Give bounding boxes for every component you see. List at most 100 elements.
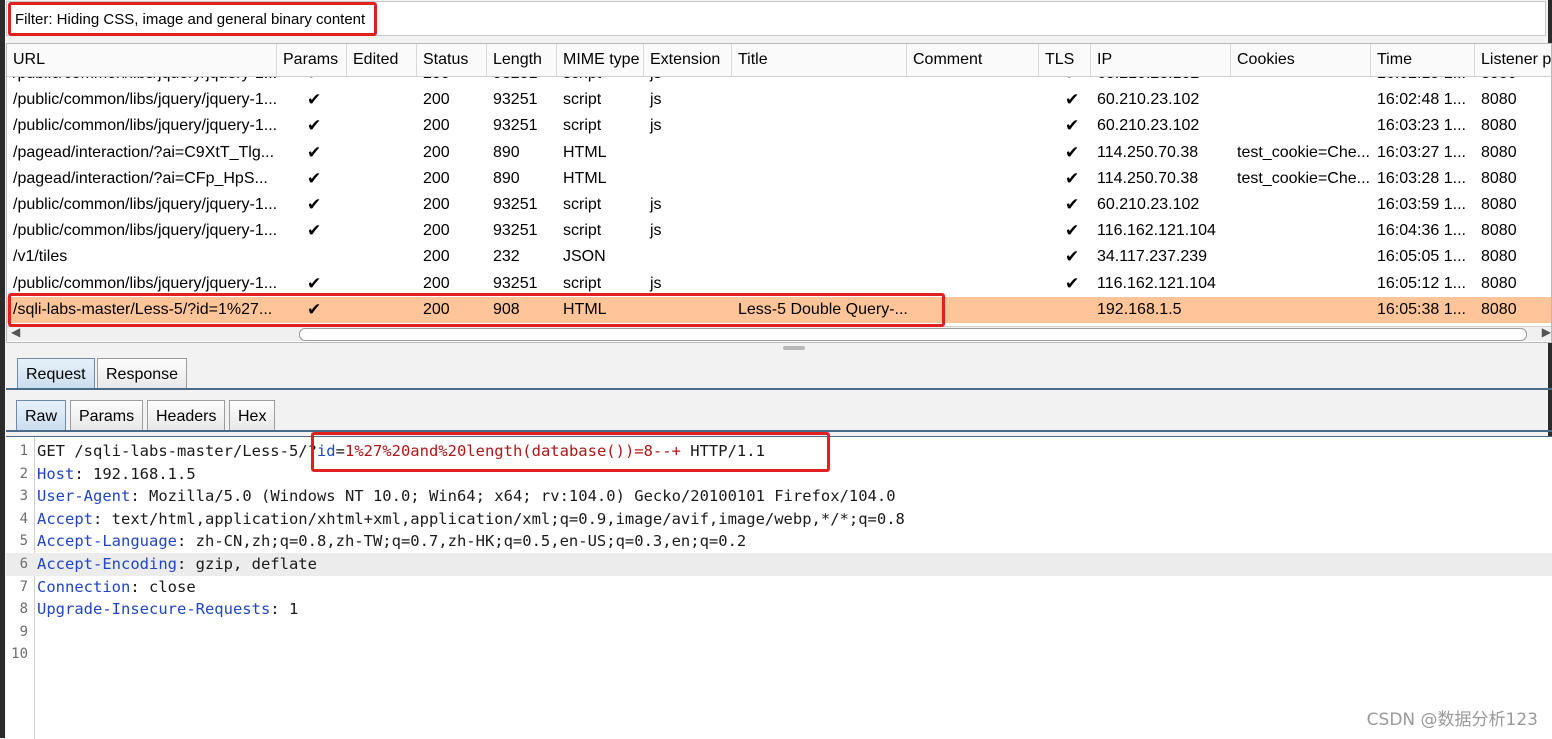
table-row[interactable]: /public/common/libs/jquery/jquery-1....✔… [7, 271, 1551, 297]
param-name: id [316, 442, 336, 460]
line-number: 7 [19, 578, 28, 595]
column-header-title[interactable]: Title [732, 44, 907, 76]
cell-edited [347, 218, 417, 244]
column-header-tls[interactable]: TLS [1039, 44, 1091, 76]
column-header-extension[interactable]: Extension [644, 44, 732, 76]
tab-response[interactable]: Response [97, 358, 188, 390]
cell-mime: script [563, 274, 602, 292]
cell-cookies [1231, 271, 1371, 297]
tab-request[interactable]: Request [17, 358, 95, 390]
request-line-2: 2 Host: 192.168.1.5 [6, 463, 1552, 486]
filter-bar[interactable]: Filter: Hiding CSS, image and general bi… [6, 1, 1546, 36]
table-row[interactable]: /public/common/libs/jquery/jquery-1....✔… [7, 192, 1551, 218]
cell-ip: 114.250.70.38 [1097, 143, 1199, 161]
cell-url: /public/common/libs/jquery/jquery-1.... [13, 196, 277, 213]
cell-status: 200 [423, 274, 450, 292]
cell-length: 890 [493, 143, 520, 161]
cell-length: 93251 [493, 91, 538, 109]
column-header-params[interactable]: Params [277, 44, 347, 76]
header-name: Accept-Encoding [37, 555, 177, 573]
cell-listener: 8080 [1481, 248, 1517, 266]
header-value: text/html,application/xhtml+xml,applicat… [111, 509, 905, 528]
pane-splitter[interactable] [783, 346, 805, 350]
column-header-mime-type[interactable]: MIME type [557, 44, 644, 76]
param-equals: = [335, 442, 345, 460]
tab-headers[interactable]: Headers [147, 400, 226, 432]
cell-time: 16:03:59 1... [1377, 196, 1466, 213]
tab-raw[interactable]: Raw [16, 400, 67, 432]
table-row[interactable]: /public/common/libs/jquery/jquery-1....✔… [7, 113, 1551, 139]
table-row[interactable]: /public/common/libs/jquery/jquery-1....✔… [7, 218, 1551, 244]
header-name: Accept-Language [37, 532, 177, 551]
column-header-ip[interactable]: IP [1091, 44, 1231, 76]
tab-hex[interactable]: Hex [229, 400, 276, 432]
table-row[interactable]: /public/common/libs/jquery/jquery-1....✔… [7, 87, 1551, 113]
cell-cookies [1231, 218, 1371, 244]
cell-ext: js [650, 222, 662, 240]
cell-edited [347, 271, 417, 297]
cell-title [732, 140, 907, 166]
cell-status: 200 [423, 169, 450, 187]
header-host: Host: 192.168.1.5 [37, 463, 196, 486]
scroll-right-icon[interactable]: ▶ [1542, 325, 1551, 339]
table-row[interactable]: /v1/tiles 200 232 JSON ✔ 34.117.237.239 16:05:… [7, 244, 1551, 270]
header-value: 192.168.1.5 [93, 464, 196, 483]
column-header-length[interactable]: Length [487, 44, 557, 76]
column-header-time[interactable]: Time [1371, 44, 1475, 76]
cell-cookies [1231, 192, 1371, 218]
cell-edited [347, 244, 417, 270]
cell-ip: 60.210.23.102 [1097, 196, 1200, 213]
cell-mime: script [563, 117, 602, 135]
cell-mime: script [563, 91, 602, 109]
cell-mime: JSON [563, 248, 606, 266]
cell-title [732, 192, 907, 218]
message-tabs: Request Response [6, 356, 1552, 390]
column-header-cookies[interactable]: Cookies [1231, 44, 1371, 76]
cell-mime: script [563, 196, 602, 213]
cell-cookies [1231, 297, 1371, 323]
cell-ip: 116.162.121.104 [1097, 274, 1216, 292]
cell-ip: 116.162.121.104 [1097, 222, 1216, 240]
table-row-selected[interactable]: /sqli-labs-master/Less-5/?id=1%27... ✔ 200… [7, 296, 1551, 323]
cell-status: 200 [423, 117, 450, 135]
cell-edited [347, 140, 417, 166]
cell-listener: 8080 [1481, 274, 1517, 292]
column-header-edited[interactable]: Edited [347, 44, 417, 76]
table-row[interactable]: /pagead/interaction/?ai=C9XtT_Tlg... ✔ 200… [7, 140, 1551, 166]
header-separator: : [270, 600, 289, 619]
cell-listener: 8080 [1481, 91, 1517, 109]
line-number: 6 [19, 556, 28, 572]
cell-length: 93251 [493, 274, 538, 292]
header-upgrade-insecure-requests: Upgrade-Insecure-Requests: 1 [37, 598, 298, 621]
cell-ext [644, 244, 732, 270]
horizontal-scrollbar[interactable]: ◀ ▶ [7, 325, 1551, 341]
header-separator: : [176, 555, 196, 573]
cell-ip: 114.250.70.38 [1097, 169, 1199, 187]
cell-mime: HTML [563, 300, 607, 318]
cell-title [732, 87, 907, 113]
line-number: 10 [11, 646, 28, 663]
request-line-6: 6 Accept-Encoding: gzip, deflate [6, 553, 1552, 576]
column-header-comment[interactable]: Comment [907, 44, 1039, 76]
column-header-listener-p[interactable]: Listener p [1475, 44, 1551, 76]
tab-params[interactable]: Params [70, 400, 144, 432]
column-header-url[interactable]: URL [7, 44, 277, 76]
request-line-7: 7 Connection: close [6, 576, 1552, 599]
column-header-status[interactable]: Status [417, 44, 487, 76]
cell-length: 232 [493, 248, 520, 266]
proxy-history-table[interactable]: URL Params Edited Status Length MIME type Exte… [6, 43, 1552, 343]
scrollbar-thumb[interactable] [299, 328, 1527, 341]
header-user-agent: User-Agent: Mozilla/5.0 (Windows NT 10.0… [37, 485, 896, 508]
view-tabs: Raw Params Headers Hex [6, 398, 1552, 432]
cell-ext: js [650, 196, 662, 213]
cell-title: Less-5 Double Query-... [738, 300, 907, 318]
scroll-left-icon[interactable]: ◀ [11, 325, 20, 339]
cell-cookies: test_cookie=Che... [1237, 169, 1370, 187]
raw-request-editor[interactable]: 1 GET /sqli-labs-master/Less-5/?id=1%27%2… [6, 436, 1552, 739]
cell-length: 908 [493, 300, 520, 318]
cell-status: 200 [423, 222, 450, 240]
header-value: Mozilla/5.0 (Windows NT 10.0; Win64; x64… [149, 487, 896, 506]
table-row[interactable]: /pagead/interaction/?ai=CFp_HpS... ✔ 200 89… [7, 166, 1551, 192]
line-number: 9 [19, 623, 28, 640]
request-line-1: 1 GET /sqli-labs-master/Less-5/?id=1%27%2… [6, 440, 1552, 463]
